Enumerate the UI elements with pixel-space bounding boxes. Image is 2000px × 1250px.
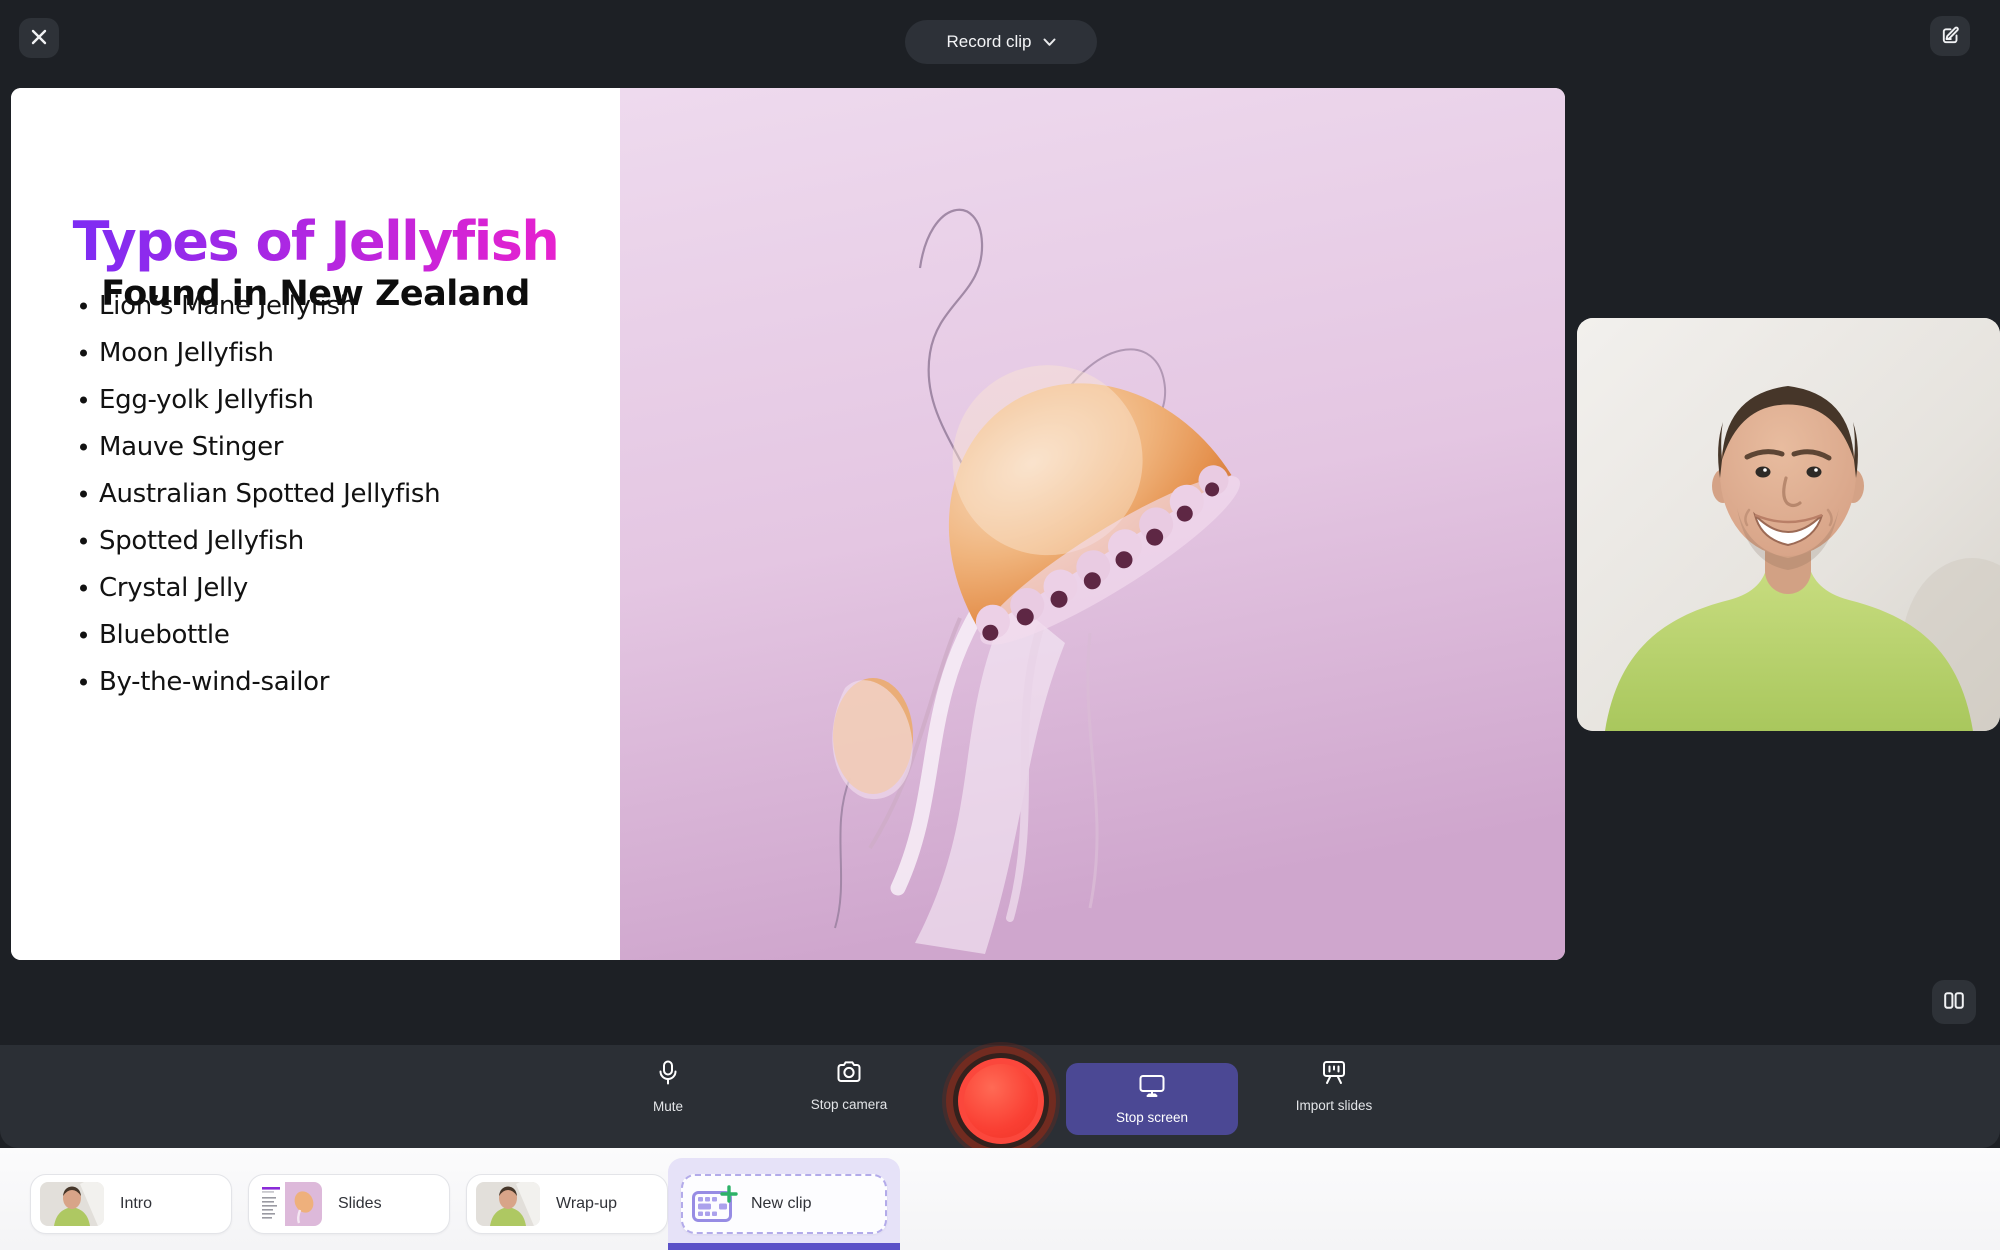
- webcam-preview: [1577, 318, 2000, 731]
- close-button[interactable]: [19, 18, 59, 58]
- chevron-down-icon: [1043, 32, 1056, 52]
- stop-camera-button[interactable]: Stop camera: [784, 1060, 914, 1112]
- bullet-item: Moon Jellyfish: [80, 329, 440, 376]
- slide-title: Types of Jellyfish: [11, 210, 620, 273]
- compose-edit-icon: [1940, 24, 1961, 48]
- import-slides-label: Import slides: [1296, 1098, 1373, 1113]
- slide-text-panel: Types of Jellyfish Found in New Zealand …: [11, 88, 620, 960]
- recorder-app: Record clip Types of Jellyfish Found in …: [0, 0, 2000, 1250]
- jellyfish-photo: [620, 88, 1565, 960]
- filmstrip-icon: [692, 1185, 738, 1223]
- monitor-icon: [1138, 1074, 1166, 1101]
- edit-notes-button[interactable]: [1930, 16, 1970, 56]
- shared-slide: Types of Jellyfish Found in New Zealand …: [11, 88, 1565, 960]
- clip-label: Slides: [338, 1195, 382, 1213]
- presentation-board-icon: [1321, 1060, 1347, 1088]
- stop-screen-label: Stop screen: [1116, 1110, 1188, 1125]
- clip-label: Intro: [120, 1195, 152, 1213]
- plus-icon: [722, 1187, 736, 1201]
- clip-thumbnail-camera: [476, 1182, 540, 1226]
- clip-card-slides[interactable]: Slides: [248, 1174, 450, 1234]
- bullet-item: Lion’s Mane Jellyfish: [80, 282, 440, 329]
- record-clip-label: Record clip: [946, 32, 1031, 52]
- record-circle: [964, 1064, 1038, 1138]
- clip-card-intro[interactable]: Intro: [30, 1174, 232, 1234]
- bullet-item: Crystal Jelly: [80, 564, 440, 611]
- mute-label: Mute: [653, 1099, 683, 1114]
- bullet-item: Australian Spotted Jellyfish: [80, 470, 440, 517]
- presenter-portrait: [1577, 318, 2000, 731]
- microphone-icon: [656, 1060, 680, 1089]
- bullet-item: Mauve Stinger: [80, 423, 440, 470]
- bullet-item: Bluebottle: [80, 611, 440, 658]
- clip-label: Wrap-up: [556, 1195, 617, 1213]
- mute-button[interactable]: Mute: [603, 1060, 733, 1114]
- clip-card-wrapup[interactable]: Wrap-up: [466, 1174, 668, 1234]
- clip-label: New clip: [751, 1195, 811, 1213]
- camera-icon: [836, 1060, 862, 1087]
- clip-thumbnail-slide: [258, 1182, 322, 1226]
- layout-split-button[interactable]: [1932, 980, 1976, 1024]
- clip-thumbnail-camera: [40, 1182, 104, 1226]
- slide-bullet-list: Lion’s Mane Jellyfish Moon Jellyfish Egg…: [80, 282, 440, 705]
- bullet-item: Spotted Jellyfish: [80, 517, 440, 564]
- split-view-icon: [1944, 992, 1964, 1012]
- bullet-item: Egg-yolk Jellyfish: [80, 376, 440, 423]
- record-clip-dropdown[interactable]: Record clip: [905, 20, 1097, 64]
- stop-screen-button[interactable]: Stop screen: [1066, 1063, 1238, 1135]
- import-slides-button[interactable]: Import slides: [1269, 1060, 1399, 1113]
- clip-card-new-clip[interactable]: New clip: [681, 1174, 887, 1234]
- selected-clip-underline: [668, 1243, 900, 1250]
- close-icon: [30, 28, 48, 49]
- bullet-item: By-the-wind-sailor: [80, 658, 440, 705]
- stop-camera-label: Stop camera: [811, 1097, 888, 1112]
- record-stop-button[interactable]: [958, 1058, 1044, 1144]
